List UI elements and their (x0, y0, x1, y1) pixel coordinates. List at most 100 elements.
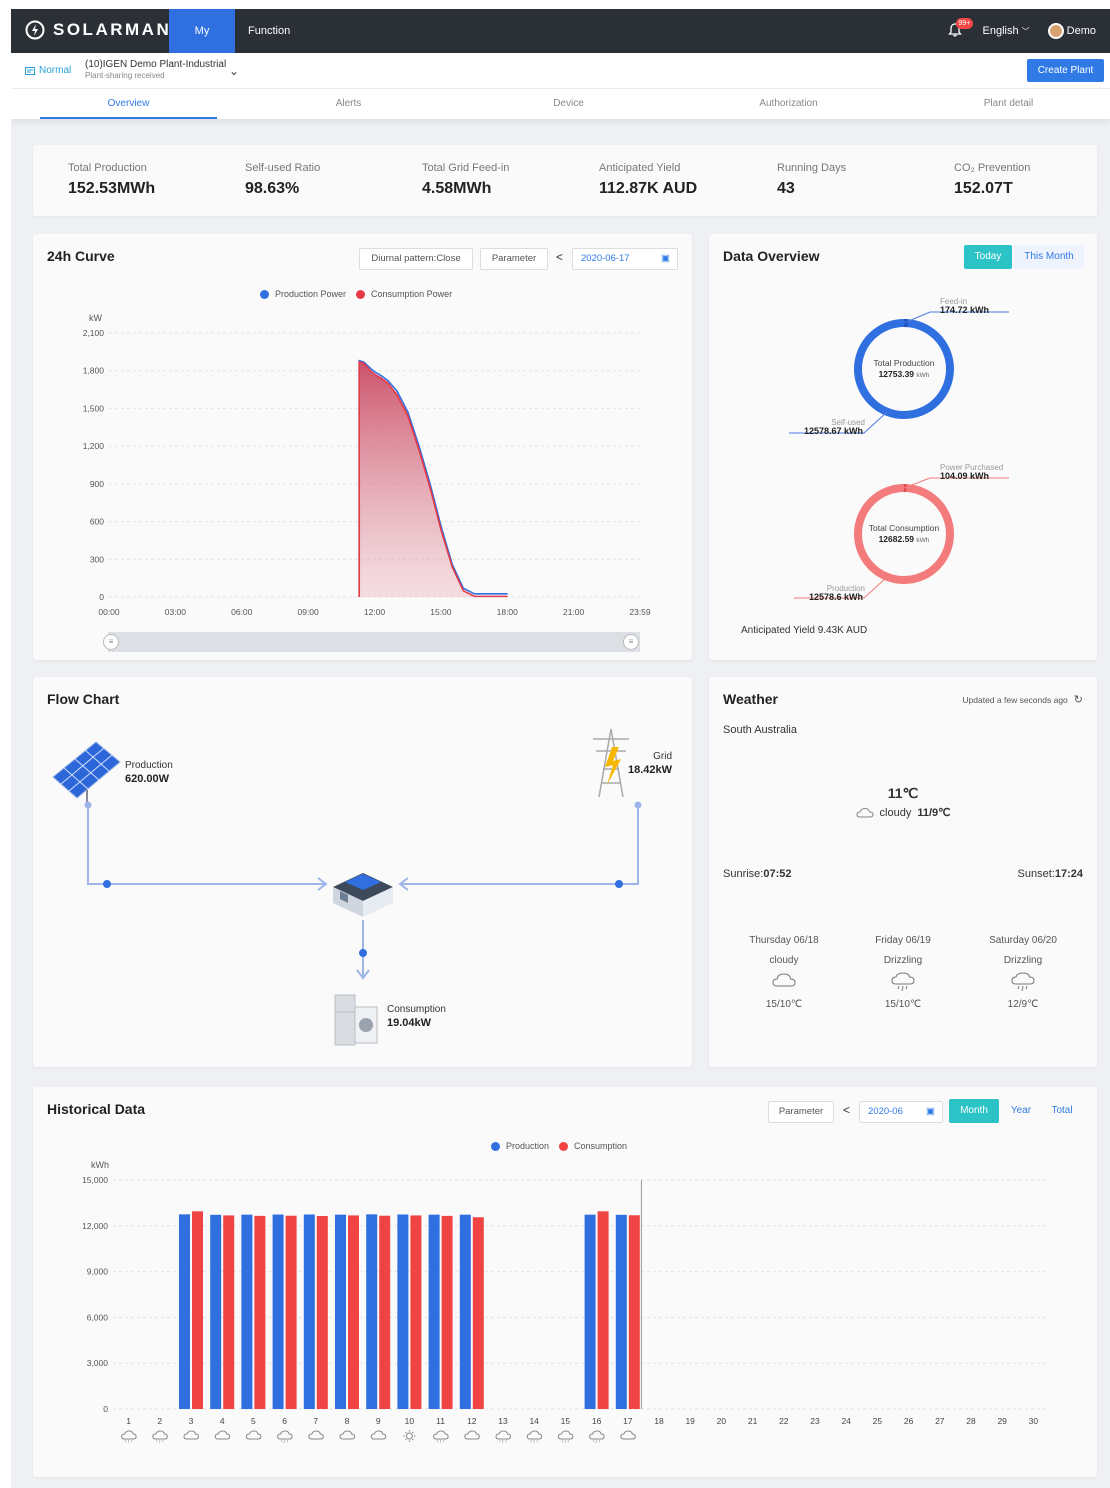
curve-title: 24h Curve (47, 248, 115, 264)
x-tick-label: 03:00 (165, 607, 187, 617)
cloud-icon (308, 1430, 324, 1440)
sun-ray (412, 1431, 414, 1434)
rain-drop (161, 1440, 164, 1443)
forecast-range: 15/10℃ (884, 999, 922, 1010)
plant-selector-bar: Normal (10)IGEN Demo Plant-Industrial Pl… (11, 53, 1110, 89)
y-tick-label: 900 (90, 479, 104, 489)
bar-consumption-day-4 (223, 1215, 235, 1409)
stat-label: Self-used Ratio (245, 162, 321, 174)
curve-date-picker[interactable]: 2020-06-17 ▣ (572, 248, 678, 270)
stat-value: 98.63% (245, 180, 300, 197)
top-navigation-bar: SOLARMAN My Plant Function 99+ English ﹀… (11, 9, 1110, 81)
legend-production[interactable]: Production Power (275, 289, 346, 299)
x-tick-label: 16 (592, 1416, 602, 1426)
tab-device[interactable]: Device (480, 89, 657, 119)
cloud-rain-icon (433, 1430, 449, 1444)
nav-function[interactable]: Function (235, 9, 303, 53)
bar-production-day-8 (335, 1214, 346, 1409)
brand-logo[interactable]: SOLARMAN (25, 20, 171, 40)
user-menu[interactable]: Demo (1047, 23, 1096, 39)
user-name: Demo (1066, 24, 1096, 37)
x-tick-label: 27 (935, 1416, 945, 1426)
plant-sharing-note: Plant-sharing received (85, 71, 165, 80)
cloud-icon (370, 1430, 387, 1440)
x-tick-label: 30 (1029, 1416, 1039, 1426)
legend-dot (260, 289, 269, 299)
cloud-rain-icon (277, 1430, 293, 1444)
sunset-label: Sunset: (1017, 868, 1055, 880)
notifications-button[interactable]: 99+ (947, 18, 974, 40)
sunrise-label: Sunrise: (723, 868, 764, 880)
production-value: 620.00W (125, 773, 170, 785)
tab-authorization[interactable]: Authorization (700, 89, 877, 119)
cloud-icon (464, 1430, 480, 1440)
grid-tower-icon (593, 728, 629, 798)
y-tick-label: 600 (90, 517, 104, 527)
data-overview-card: Data Overview Today This Month Total Pro… (709, 234, 1097, 660)
weather-location: South Australia (723, 724, 797, 736)
language-select[interactable]: English ﹀ (983, 25, 1030, 37)
x-tick-label: 3 (189, 1416, 194, 1426)
x-tick-label: 26 (904, 1416, 914, 1426)
diurnal-pattern-button[interactable]: Diurnal pattern:Close (359, 248, 473, 270)
x-tick-label: 19 (685, 1416, 695, 1426)
cloud-rain-icon (557, 1430, 574, 1444)
slider-end-handle[interactable]: ≡ (623, 634, 639, 650)
plant-name: (10)IGEN Demo Plant-Industrial (85, 59, 227, 70)
bar-consumption-day-17 (628, 1215, 640, 1409)
bar-production-day-16 (584, 1214, 596, 1409)
tab-alerts[interactable]: Alerts (260, 89, 437, 119)
legend-consumption[interactable]: Consumption Power (371, 289, 452, 299)
previous-date-icon[interactable]: < (556, 250, 563, 264)
x-tick-label: 18:00 (497, 607, 519, 617)
refresh-icon[interactable]: ↻ (1074, 693, 1083, 706)
stat-value: 152.53MWh (68, 180, 156, 197)
cloud-shape (152, 1430, 168, 1440)
slider-start-handle[interactable]: ≡ (103, 634, 119, 650)
plant-dropdown-chevron-icon[interactable]: ⌄ (229, 64, 239, 78)
rain-drop (286, 1440, 289, 1443)
x-tick-label: 15:00 (430, 607, 452, 617)
time-range-slider[interactable] (108, 632, 640, 652)
cloud-rain-icon (152, 1430, 168, 1444)
unit: kWh (916, 372, 929, 379)
x-tick-label: 11 (436, 1416, 445, 1426)
cloud-shape (557, 1430, 574, 1440)
current-condition: cloudy 11/9℃ (709, 806, 1097, 819)
cloud-icon (772, 973, 796, 987)
y-axis-unit: kW (89, 313, 103, 323)
x-tick-label: 1 (126, 1416, 131, 1426)
plant-selector[interactable]: (10)IGEN Demo Plant-Industrial Plant-sha… (85, 59, 226, 80)
rain-drop (502, 1440, 504, 1444)
sunset: Sunset:17:24 (1018, 868, 1083, 880)
x-tick-label: 12 (467, 1416, 477, 1426)
y-tick-label: 2,100 (83, 328, 105, 338)
forecast-day-1: Thursday 06/18 cloudy 15/10℃ (729, 935, 839, 1010)
grid-flow-label: Grid 18.42kW (628, 751, 672, 776)
cloud-shape (277, 1430, 293, 1440)
tab-plant-detail[interactable]: Plant detail (920, 89, 1097, 119)
power-purchased-value: 104.09 kWh (940, 471, 989, 481)
nav-my-plant[interactable]: My Plant (169, 9, 235, 81)
y-tick-label: 6,000 (87, 1312, 109, 1322)
x-tick-label: 13 (498, 1416, 508, 1426)
stat-anticipated-yield: Anticipated Yield 112.87K AUD (599, 162, 697, 198)
consumption-flow-label: Consumption 19.04kW (387, 1004, 446, 1029)
cloud-icon (183, 1430, 200, 1440)
create-plant-button[interactable]: Create Plant (1027, 59, 1104, 82)
x-tick-label: 20 (717, 1416, 727, 1426)
bar-consumption-day-7 (316, 1216, 328, 1409)
self-used-value: 12578.67 kWh (804, 426, 863, 436)
bar-production-day-3 (179, 1214, 190, 1409)
forecast-day: Friday 06/19 (875, 935, 931, 946)
y-tick-label: 0 (103, 1404, 108, 1414)
bar-consumption-day-5 (254, 1215, 266, 1409)
tab-overview[interactable]: Overview (40, 89, 217, 119)
x-tick-label: 24 (841, 1416, 851, 1426)
x-tick-label: 18 (654, 1416, 664, 1426)
parameter-button[interactable]: Parameter (480, 248, 548, 270)
cloud-shape (214, 1430, 231, 1440)
y-tick-label: 9,000 (87, 1267, 109, 1277)
sun-ray (412, 1438, 414, 1441)
x-tick-label: 5 (251, 1416, 256, 1426)
